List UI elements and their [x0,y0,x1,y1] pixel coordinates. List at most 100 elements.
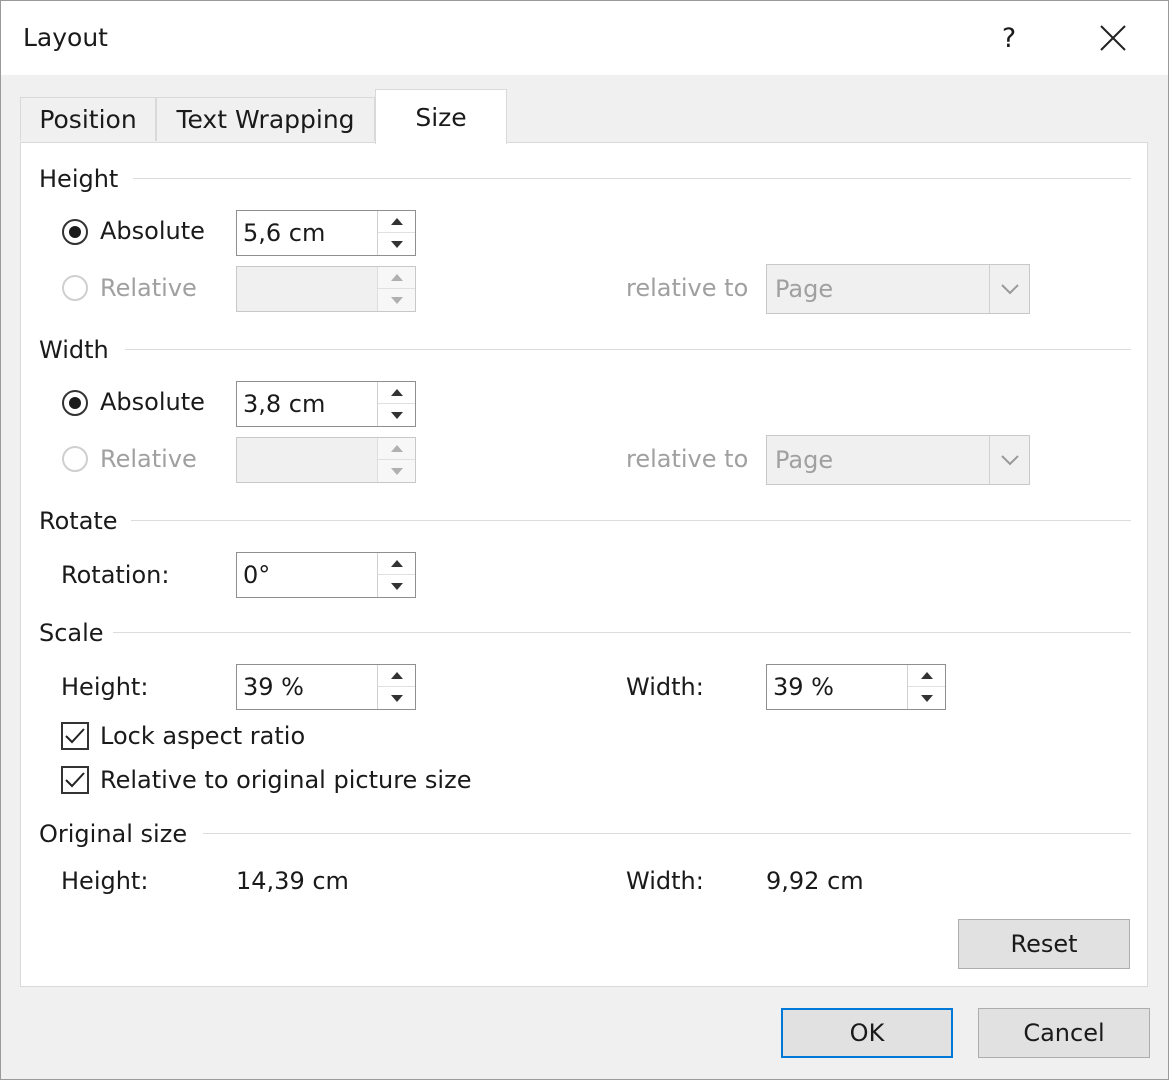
spin-up-button[interactable] [378,438,415,460]
width-absolute-value[interactable]: 3,8 cm [243,390,325,418]
rotation-value[interactable]: 0° [243,561,270,589]
close-icon [1100,25,1126,51]
section-divider [131,520,1131,521]
relative-to-original-label[interactable]: Relative to original picture size [100,766,471,794]
scale-height-value[interactable]: 39 % [243,673,304,701]
scale-height-label: Height: [61,673,149,701]
spin-down-button[interactable] [378,575,415,597]
section-divider [125,349,1131,350]
height-relative-stepper[interactable] [236,266,416,312]
reset-button[interactable]: Reset [958,919,1130,969]
dialog-title: Layout [23,23,108,52]
original-width-value: 9,92 cm [766,867,864,895]
width-relative-stepper[interactable] [236,437,416,483]
height-relative-to-label: relative to [626,274,749,302]
section-divider [113,632,1131,633]
dropdown-button[interactable] [989,436,1029,484]
original-size-section-label: Original size [39,820,188,848]
spin-down-button[interactable] [378,233,415,255]
arrow-down-icon [920,694,933,702]
spin-up-button[interactable] [378,211,415,233]
section-divider [203,833,1131,834]
spin-down-button[interactable] [378,687,415,709]
scale-height-stepper[interactable]: 39 % [236,664,416,710]
arrow-up-icon [390,560,403,567]
arrow-up-icon [390,389,403,396]
relative-to-original-checkbox[interactable] [61,766,89,794]
height-relative-to-select[interactable]: Page [766,264,1030,314]
arrow-down-icon [390,467,403,475]
height-absolute-stepper[interactable]: 5,6 cm [236,210,416,256]
chevron-down-icon [1000,284,1019,295]
spinner [377,553,415,597]
tab-position[interactable]: Position [20,97,156,141]
height-absolute-value[interactable]: 5,6 cm [243,219,325,247]
spin-up-button[interactable] [378,382,415,404]
arrow-down-icon [390,582,403,590]
original-width-label: Width: [626,867,704,895]
spin-up-button[interactable] [378,267,415,289]
arrow-up-icon [390,274,403,281]
width-absolute-radio[interactable] [62,390,88,416]
tab-size[interactable]: Size [375,89,507,144]
arrow-up-icon [390,218,403,225]
title-bar: Layout ? [1,1,1168,75]
width-relative-to-value: Page [775,446,834,474]
help-button[interactable]: ? [981,11,1037,65]
scale-width-stepper[interactable]: 39 % [766,664,946,710]
arrow-up-icon [390,445,403,452]
arrow-down-icon [390,296,403,304]
spin-up-button[interactable] [908,665,945,687]
arrow-up-icon [390,672,403,679]
spin-down-button[interactable] [378,460,415,482]
height-absolute-label[interactable]: Absolute [100,217,205,245]
dropdown-button[interactable] [989,265,1029,313]
spinner [377,665,415,709]
spinner [377,382,415,426]
size-panel: Height Absolute 5,6 cm Relative relative… [20,142,1148,987]
original-height-label: Height: [61,867,149,895]
spin-down-button[interactable] [378,289,415,311]
checkmark-icon [65,728,85,744]
lock-aspect-ratio-checkbox[interactable] [61,722,89,750]
spin-up-button[interactable] [378,553,415,575]
checkmark-icon [65,772,85,788]
spinner [907,665,945,709]
ok-button[interactable]: OK [781,1008,953,1058]
close-button[interactable] [1083,11,1143,65]
arrow-down-icon [390,694,403,702]
width-absolute-label[interactable]: Absolute [100,388,205,416]
layout-dialog: Layout ? Position Text Wrapping Size Hei… [0,0,1169,1080]
height-relative-to-value: Page [775,275,834,303]
arrow-down-icon [390,411,403,419]
height-absolute-radio[interactable] [62,219,88,245]
width-absolute-stepper[interactable]: 3,8 cm [236,381,416,427]
width-relative-radio[interactable] [62,446,88,472]
arrow-up-icon [920,672,933,679]
scale-section-label: Scale [39,619,104,647]
spin-up-button[interactable] [378,665,415,687]
width-section-label: Width [39,336,109,364]
chevron-down-icon [1000,455,1019,466]
width-relative-to-label: relative to [626,445,749,473]
height-section-label: Height [39,165,119,193]
spin-down-button[interactable] [908,687,945,709]
rotate-section-label: Rotate [39,507,118,535]
tab-text-wrapping[interactable]: Text Wrapping [156,97,375,141]
spin-down-button[interactable] [378,404,415,426]
height-relative-label[interactable]: Relative [100,274,197,302]
lock-aspect-ratio-label[interactable]: Lock aspect ratio [100,722,305,750]
spinner [377,438,415,482]
spinner [377,211,415,255]
rotation-label: Rotation: [61,561,170,589]
arrow-down-icon [390,240,403,248]
width-relative-label[interactable]: Relative [100,445,197,473]
cancel-button[interactable]: Cancel [978,1008,1150,1058]
rotation-stepper[interactable]: 0° [236,552,416,598]
spinner [377,267,415,311]
height-relative-radio[interactable] [62,275,88,301]
width-relative-to-select[interactable]: Page [766,435,1030,485]
scale-width-label: Width: [626,673,704,701]
section-divider [133,178,1131,179]
scale-width-value[interactable]: 39 % [773,673,834,701]
